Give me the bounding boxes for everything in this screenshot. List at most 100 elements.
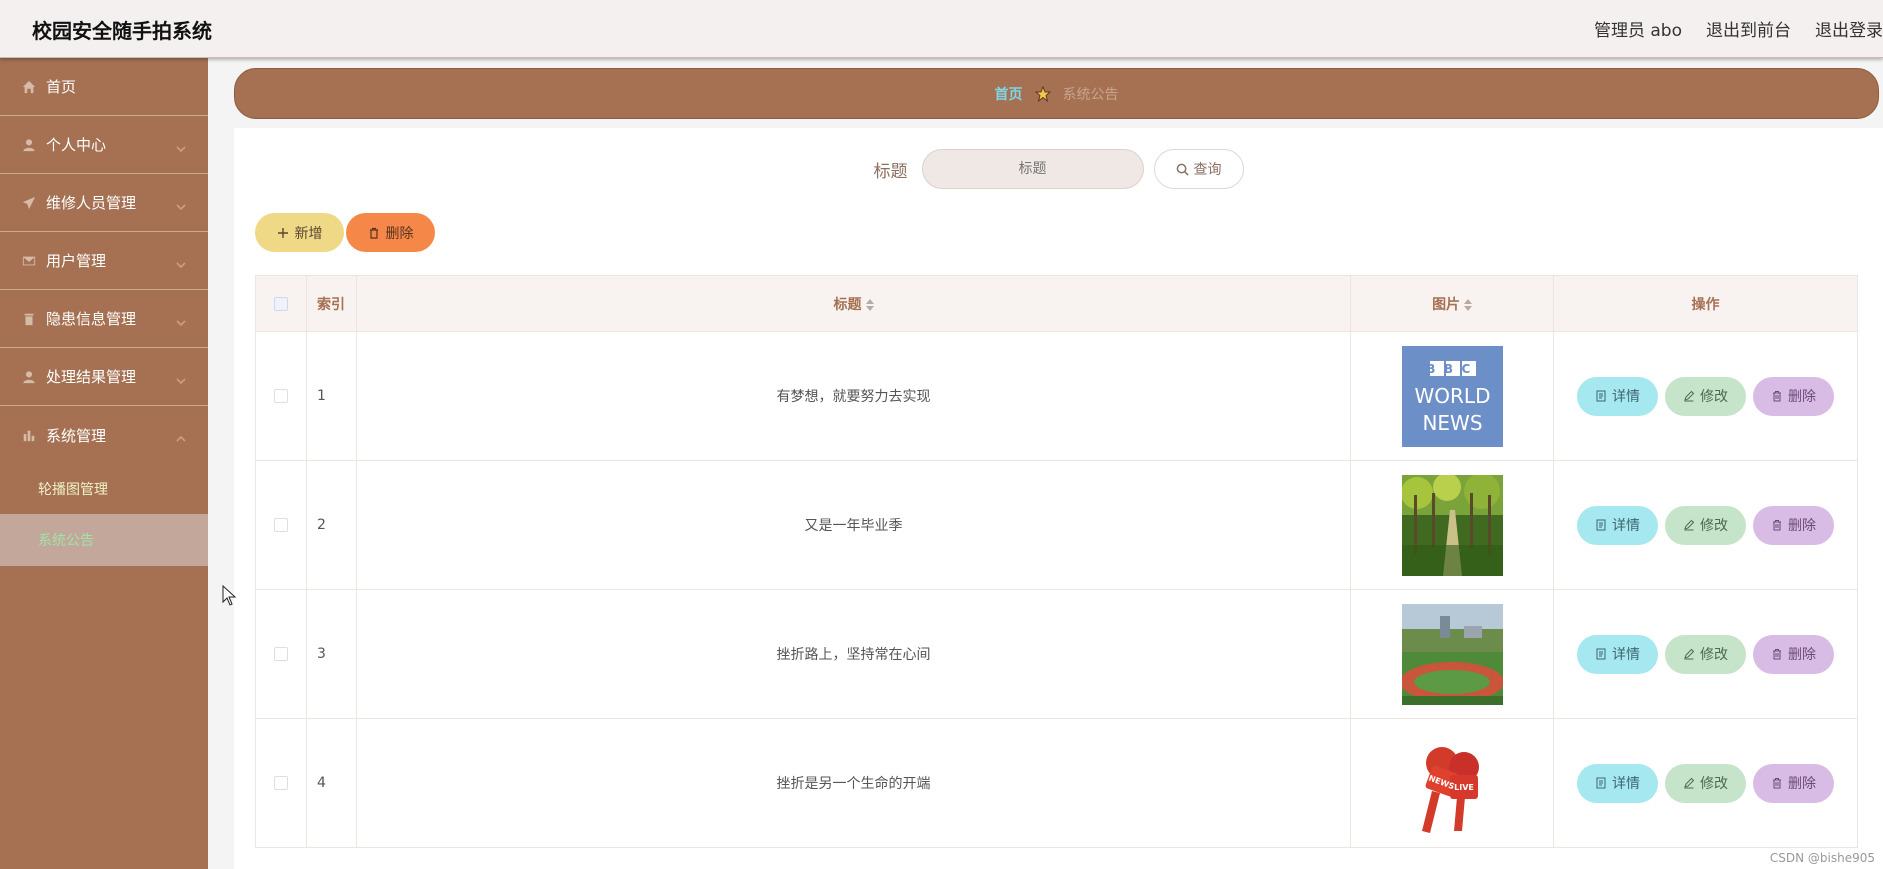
detail-button[interactable]: 详情 xyxy=(1577,376,1658,416)
pencil-icon xyxy=(1684,390,1695,402)
delete-label: 删除 xyxy=(1788,776,1816,792)
search-bar: 标题 查询 xyxy=(234,148,1883,190)
mouse-cursor-icon xyxy=(222,585,237,606)
delete-button[interactable]: 删除 xyxy=(1753,634,1834,674)
trash-icon xyxy=(1773,391,1781,402)
tree-lined-path-thumbnail[interactable] xyxy=(1401,474,1503,576)
detail-button[interactable]: 详情 xyxy=(1577,505,1658,545)
batch-delete-button[interactable]: 删除 xyxy=(346,213,435,252)
trash-icon xyxy=(1773,520,1781,531)
column-header-actions: 操作 xyxy=(1553,275,1858,332)
sidebar-item-label: 用户管理 xyxy=(46,252,107,270)
detail-label: 详情 xyxy=(1612,776,1640,792)
column-header-title-label: 标题 xyxy=(833,296,862,313)
bbc-news-text: NEWS xyxy=(1422,411,1482,435)
chevron-down-icon xyxy=(176,372,186,385)
sidebar-item-label: 隐患信息管理 xyxy=(46,310,137,328)
row-index: 1 xyxy=(305,331,357,461)
table-row: 1 有梦想，就要努力去实现 BBC WORLD NEWS 详情 修改 删除 xyxy=(255,331,1858,461)
delete-label: 删除 xyxy=(1788,647,1816,663)
chevron-down-icon xyxy=(176,314,186,327)
sort-icon[interactable] xyxy=(865,298,874,311)
user-label: 管理员 abo xyxy=(1593,21,1682,41)
sidebar-item-home[interactable]: 首页 xyxy=(0,58,208,116)
delete-button[interactable]: 删除 xyxy=(1753,376,1834,416)
delete-label: 删除 xyxy=(1788,389,1816,405)
row-index: 4 xyxy=(305,718,357,848)
search-input[interactable] xyxy=(921,149,1144,189)
row-checkbox[interactable] xyxy=(273,776,288,790)
top-bar: 校园安全随手拍系统 管理员 abo 退出到前台 退出登录 xyxy=(0,0,1883,58)
chevron-down-icon xyxy=(176,198,186,211)
search-icon xyxy=(1176,163,1189,176)
chart-icon xyxy=(22,428,36,442)
row-title: 挫折路上，坚持常在心间 xyxy=(355,589,1352,719)
row-actions-cell: 详情 修改 删除 xyxy=(1553,460,1858,590)
app-title: 校园安全随手拍系统 xyxy=(32,19,212,43)
detail-button[interactable]: 详情 xyxy=(1577,763,1658,803)
column-header-image-label: 图片 xyxy=(1432,296,1461,313)
sidebar-item-personal-center[interactable]: 个人中心 xyxy=(0,116,208,174)
document-icon xyxy=(1596,390,1606,402)
sidebar-item-repair-staff[interactable]: 维修人员管理 xyxy=(0,174,208,232)
send-icon xyxy=(22,196,36,210)
chevron-up-icon xyxy=(176,430,186,442)
row-actions-cell: 详情 修改 删除 xyxy=(1553,331,1858,461)
edit-button[interactable]: 修改 xyxy=(1665,376,1746,416)
row-index: 2 xyxy=(305,460,357,590)
edit-label: 修改 xyxy=(1700,389,1728,405)
sidebar-item-hazard-info[interactable]: 隐患信息管理 xyxy=(0,290,208,348)
batch-delete-label: 删除 xyxy=(385,225,414,242)
sidebar-item-label: 个人中心 xyxy=(46,136,107,154)
row-select-cell xyxy=(255,460,307,590)
edit-button[interactable]: 修改 xyxy=(1665,763,1746,803)
search-button-label: 查询 xyxy=(1193,162,1222,178)
sidebar-item-label: 处理结果管理 xyxy=(46,368,137,386)
campus-sports-field-thumbnail[interactable] xyxy=(1401,603,1503,705)
delete-button[interactable]: 删除 xyxy=(1753,763,1834,803)
document-icon xyxy=(1596,648,1606,660)
delete-button[interactable]: 删除 xyxy=(1753,505,1834,545)
chevron-down-icon xyxy=(176,256,186,269)
bbc-world-news-thumbnail[interactable]: BBC WORLD NEWS xyxy=(1401,345,1503,447)
select-all-checkbox[interactable] xyxy=(273,296,288,311)
edit-button[interactable]: 修改 xyxy=(1665,505,1746,545)
row-checkbox[interactable] xyxy=(273,389,288,403)
row-image-cell xyxy=(1350,460,1555,590)
row-title: 又是一年毕业季 xyxy=(355,460,1352,590)
column-header-title[interactable]: 标题 xyxy=(355,275,1352,332)
mic-live-text: LIVE xyxy=(1454,783,1474,792)
logout-link[interactable]: 退出登录 xyxy=(1815,16,1883,41)
bbc-logo-text: BBC xyxy=(1426,362,1479,376)
news-microphones-thumbnail[interactable]: NEWS LIVE xyxy=(1401,732,1503,834)
sidebar-subitem-carousel[interactable]: 轮播图管理 xyxy=(0,464,208,514)
back-to-front-link[interactable]: 退出到前台 xyxy=(1706,16,1791,41)
detail-label: 详情 xyxy=(1612,518,1640,534)
sidebar-subitem-announcement[interactable]: 系统公告 xyxy=(0,514,208,566)
add-button[interactable]: 新增 xyxy=(255,213,344,252)
column-header-image[interactable]: 图片 xyxy=(1350,275,1555,332)
breadcrumb-current: 系统公告 xyxy=(1062,86,1119,103)
row-image-cell xyxy=(1350,589,1555,719)
column-header-index: 索引 xyxy=(305,275,357,332)
sidebar-item-system[interactable]: 系统管理 xyxy=(0,406,208,464)
row-image-cell: NEWS LIVE xyxy=(1350,718,1555,848)
table-row: 3 挫折路上，坚持常在心间 详情 修改 删除 xyxy=(255,589,1858,719)
detail-button[interactable]: 详情 xyxy=(1577,634,1658,674)
pencil-icon xyxy=(1684,648,1695,660)
breadcrumb-home[interactable]: 首页 xyxy=(995,84,1023,104)
action-buttons: 新增 删除 xyxy=(255,213,435,252)
row-actions-cell: 详情 修改 删除 xyxy=(1553,589,1858,719)
watermark: CSDN @bishe905 xyxy=(1769,851,1875,865)
select-all-cell xyxy=(255,275,307,332)
user-icon xyxy=(22,138,36,152)
edit-button[interactable]: 修改 xyxy=(1665,634,1746,674)
user-icon xyxy=(22,370,36,384)
search-button[interactable]: 查询 xyxy=(1153,149,1244,189)
row-checkbox[interactable] xyxy=(273,518,288,532)
sidebar-item-users[interactable]: 用户管理 xyxy=(0,232,208,290)
sort-icon[interactable] xyxy=(1464,298,1473,311)
sidebar-item-results[interactable]: 处理结果管理 xyxy=(0,348,208,406)
row-checkbox[interactable] xyxy=(273,647,288,661)
trash-icon xyxy=(1773,778,1781,789)
